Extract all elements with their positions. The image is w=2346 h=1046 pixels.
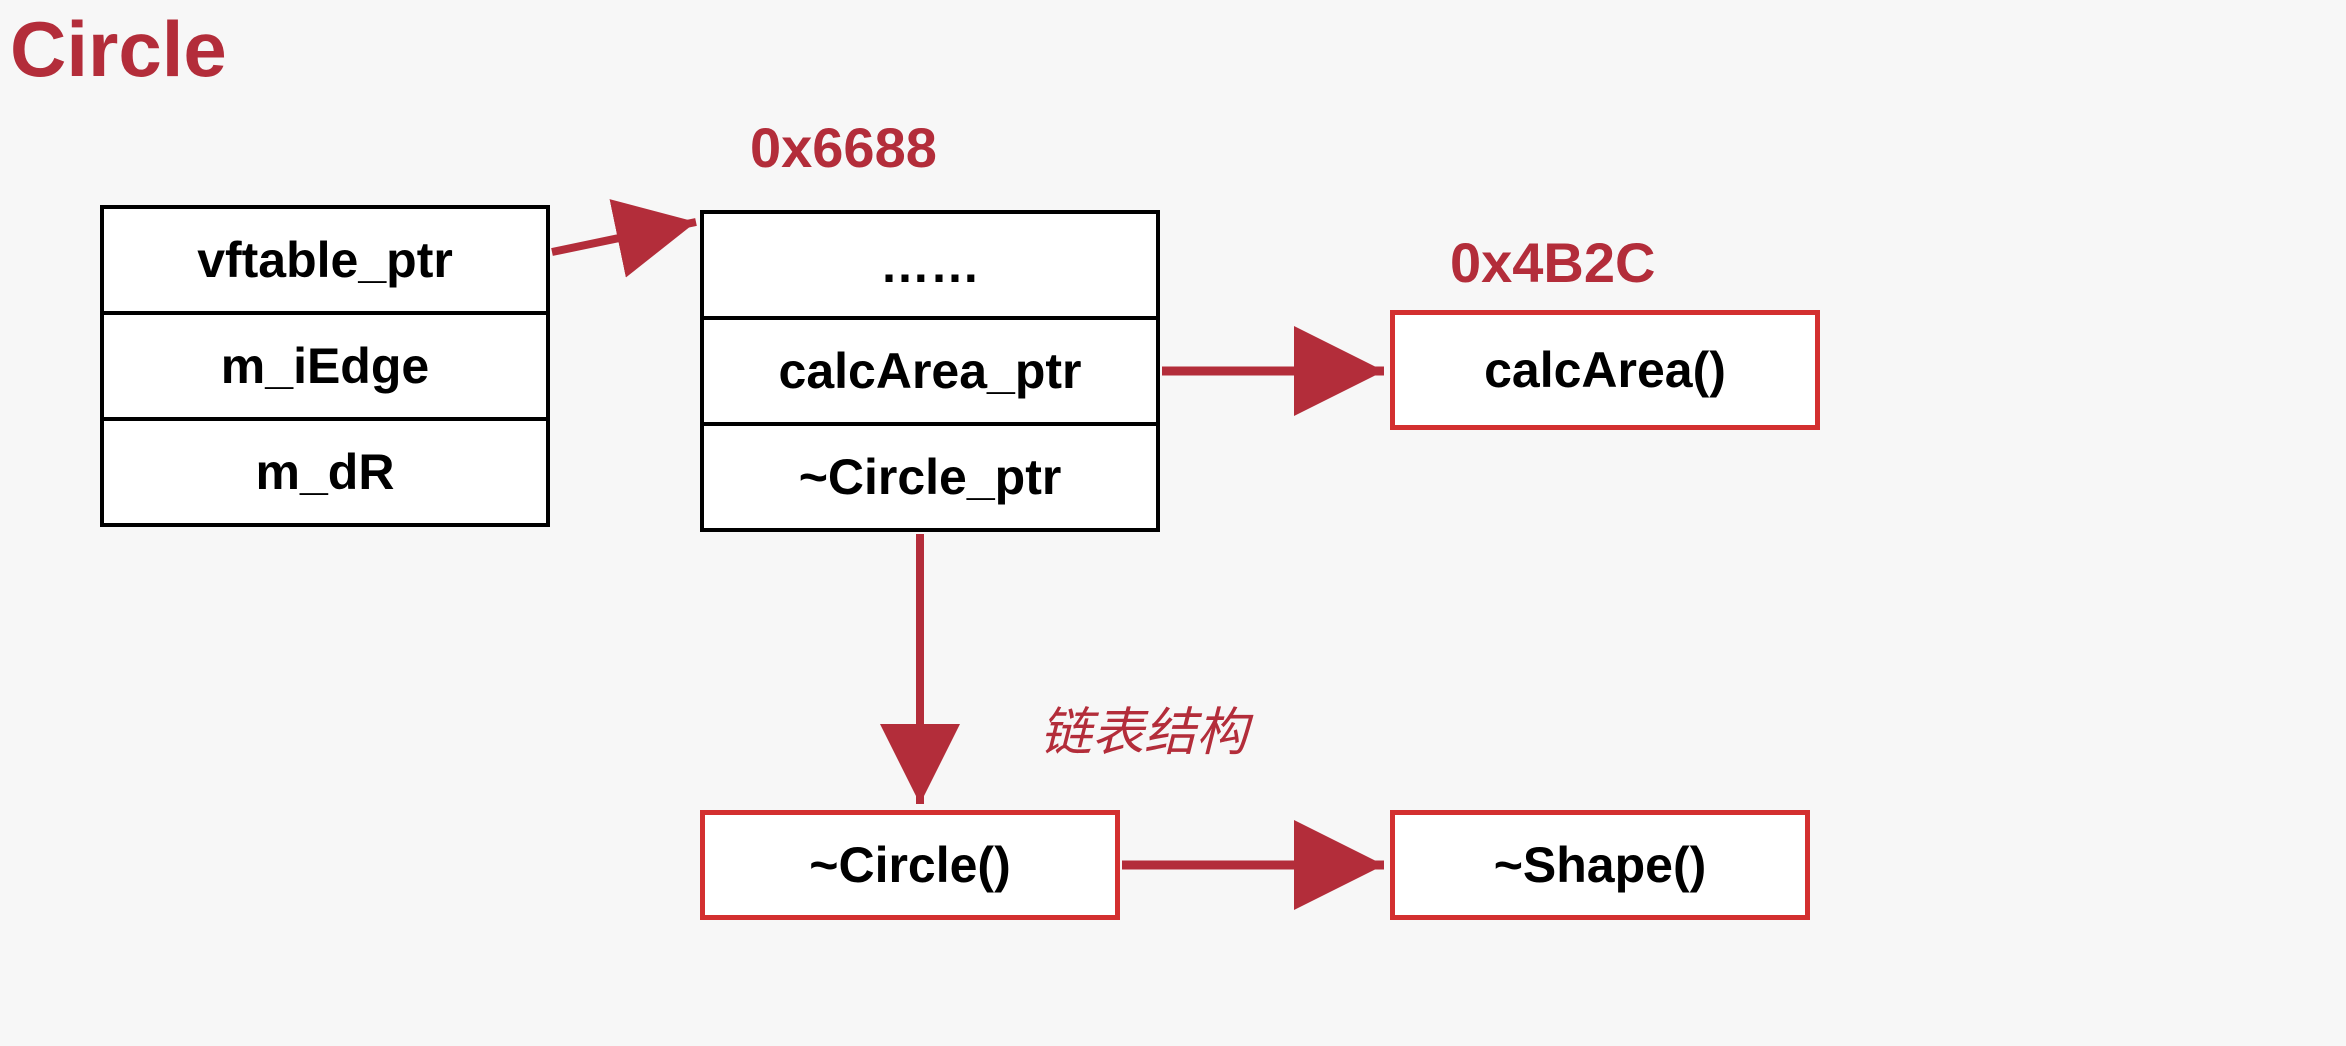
object-row-m-dr: m_dR <box>100 417 550 527</box>
calcarea-func-box: calcArea() <box>1390 310 1820 430</box>
vtable-row-ellipsis: …… <box>700 210 1160 320</box>
annotation-linked-list: 链表结构 <box>1040 690 1248 765</box>
dtor-shape-box: ~Shape() <box>1390 810 1810 920</box>
vtable-address: 0x6688 <box>750 115 937 180</box>
calcarea-address: 0x4B2C <box>1450 230 1655 295</box>
dtor-circle-box: ~Circle() <box>700 810 1120 920</box>
object-row-m-iedge: m_iEdge <box>100 311 550 421</box>
diagram-title: Circle <box>10 4 227 95</box>
arrow-vftable-to-vtable <box>552 222 696 252</box>
object-row-vftable: vftable_ptr <box>100 205 550 315</box>
vtable-row-circle-dtor-ptr: ~Circle_ptr <box>700 422 1160 532</box>
vtable-row-calcarea-ptr: calcArea_ptr <box>700 316 1160 426</box>
